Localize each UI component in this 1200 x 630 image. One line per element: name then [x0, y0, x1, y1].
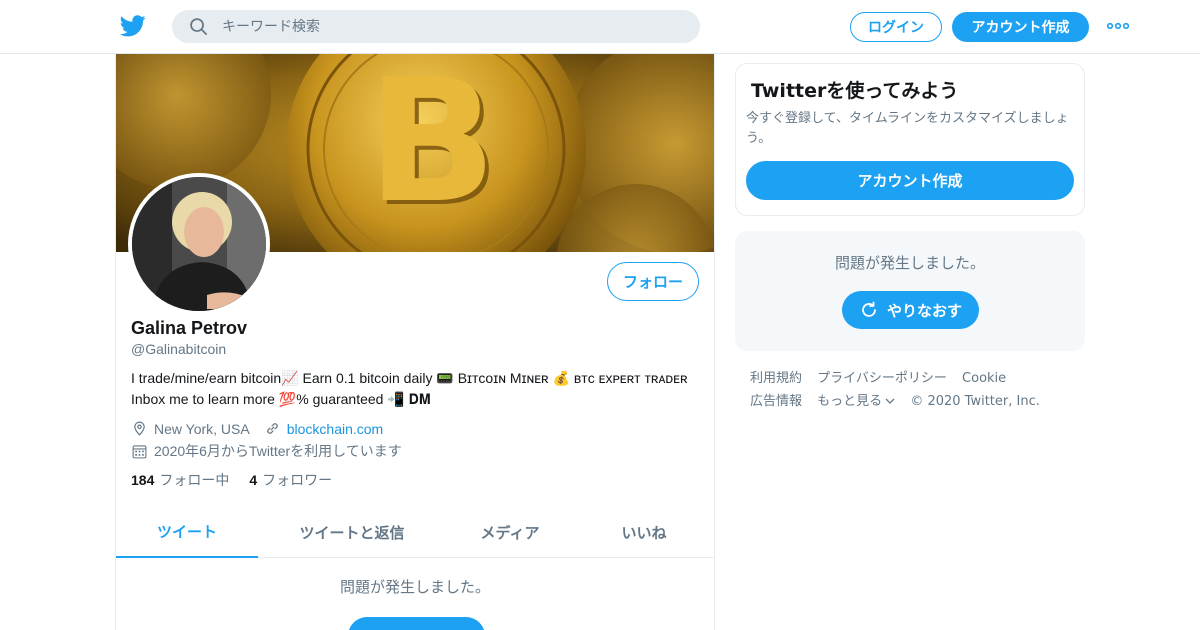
footer-more-link[interactable]: もっと見る: [817, 390, 895, 413]
calendar-icon: [132, 444, 147, 458]
link-icon: [266, 423, 278, 434]
profile-name[interactable]: Galina Petrov: [131, 318, 247, 339]
signup-card-button[interactable]: アカウント作成: [746, 161, 1074, 200]
signup-card-title: Twitterを使ってみよう: [751, 80, 959, 102]
tab-tweets-and-replies[interactable]: ツイートと返信: [258, 506, 446, 558]
profile-joined-date: 2020年6月からTwitterを利用しています: [154, 443, 402, 459]
timeline-retry-button[interactable]: [348, 617, 485, 630]
profile-avatar[interactable]: [128, 173, 270, 315]
tab-media[interactable]: メディア: [446, 506, 574, 558]
following-label: フォロー中: [159, 472, 230, 488]
signup-card: Twitterを使ってみよう 今すぐ登録して、タイムラインをカスタマイズしましょ…: [735, 63, 1085, 216]
footer-copyright: © 2020 Twitter, Inc.: [910, 394, 1040, 409]
twitter-bird-icon[interactable]: [120, 14, 146, 38]
footer-links: 利用規約 プライバシーポリシー Cookie 広告情報 もっと見る © 2020…: [750, 367, 1080, 413]
login-button[interactable]: ログイン: [850, 12, 942, 42]
followers-label: フォロワー: [262, 472, 333, 488]
profile-bio: I trade/mine/earn bitcoin📈 Earn 0.1 bitc…: [131, 370, 688, 407]
chevron-down-icon: [885, 398, 895, 404]
sidebar-retry-button[interactable]: やりなおす: [842, 291, 979, 329]
search-icon: [190, 18, 207, 35]
top-bar: ログイン アカウント作成: [0, 0, 1200, 54]
footer-link-ads[interactable]: 広告情報: [750, 390, 802, 413]
location-icon: [134, 421, 145, 436]
sidebar-retry-label: やりなおす: [886, 301, 962, 320]
profile-location: New York, USA: [154, 420, 250, 437]
followers-count: 4: [249, 472, 258, 488]
following-stat[interactable]: 184 フォロー中: [131, 470, 229, 490]
search-input[interactable]: [222, 10, 682, 43]
search-bar[interactable]: [172, 10, 700, 43]
profile-tabs: ツイート ツイートと返信 メディア いいね: [116, 506, 714, 558]
profile-meta-joined: 2020年6月からTwitterを利用しています: [131, 441, 402, 461]
tab-tweets[interactable]: ツイート: [116, 506, 258, 558]
timeline-error-message: 問題が発生しました。: [339, 578, 490, 596]
following-count: 184: [131, 472, 155, 488]
footer-more-label: もっと見る: [817, 394, 883, 409]
footer-link-cookie[interactable]: Cookie: [962, 367, 1006, 390]
footer-link-privacy[interactable]: プライバシーポリシー: [817, 367, 947, 390]
follow-button[interactable]: フォロー: [607, 262, 699, 301]
more-options-icon[interactable]: [1106, 18, 1130, 34]
profile-stats: 184 フォロー中 4 フォロワー: [131, 470, 352, 490]
profile-column: B B フォロー Galina Petrov @Galinabitcoin I …: [115, 54, 715, 630]
signup-card-description: 今すぐ登録して、タイムラインをカスタマイズしましょう。: [746, 111, 1069, 146]
profile-website-link[interactable]: blockchain.com: [287, 421, 384, 437]
sidebar-error-card: 問題が発生しました。 やりなおす: [735, 231, 1085, 351]
signup-button[interactable]: アカウント作成: [952, 12, 1089, 42]
profile-meta-location-website: New York, USA blockchain.com: [131, 420, 383, 437]
profile-handle[interactable]: @Galinabitcoin: [131, 341, 226, 357]
refresh-icon: [862, 301, 876, 317]
followers-stat[interactable]: 4 フォロワー: [249, 470, 332, 490]
sidebar-error-message: 問題が発生しました。: [834, 254, 985, 272]
tab-likes[interactable]: いいね: [574, 506, 714, 558]
footer-link-terms[interactable]: 利用規約: [750, 367, 802, 390]
svg-text:B: B: [367, 54, 497, 241]
